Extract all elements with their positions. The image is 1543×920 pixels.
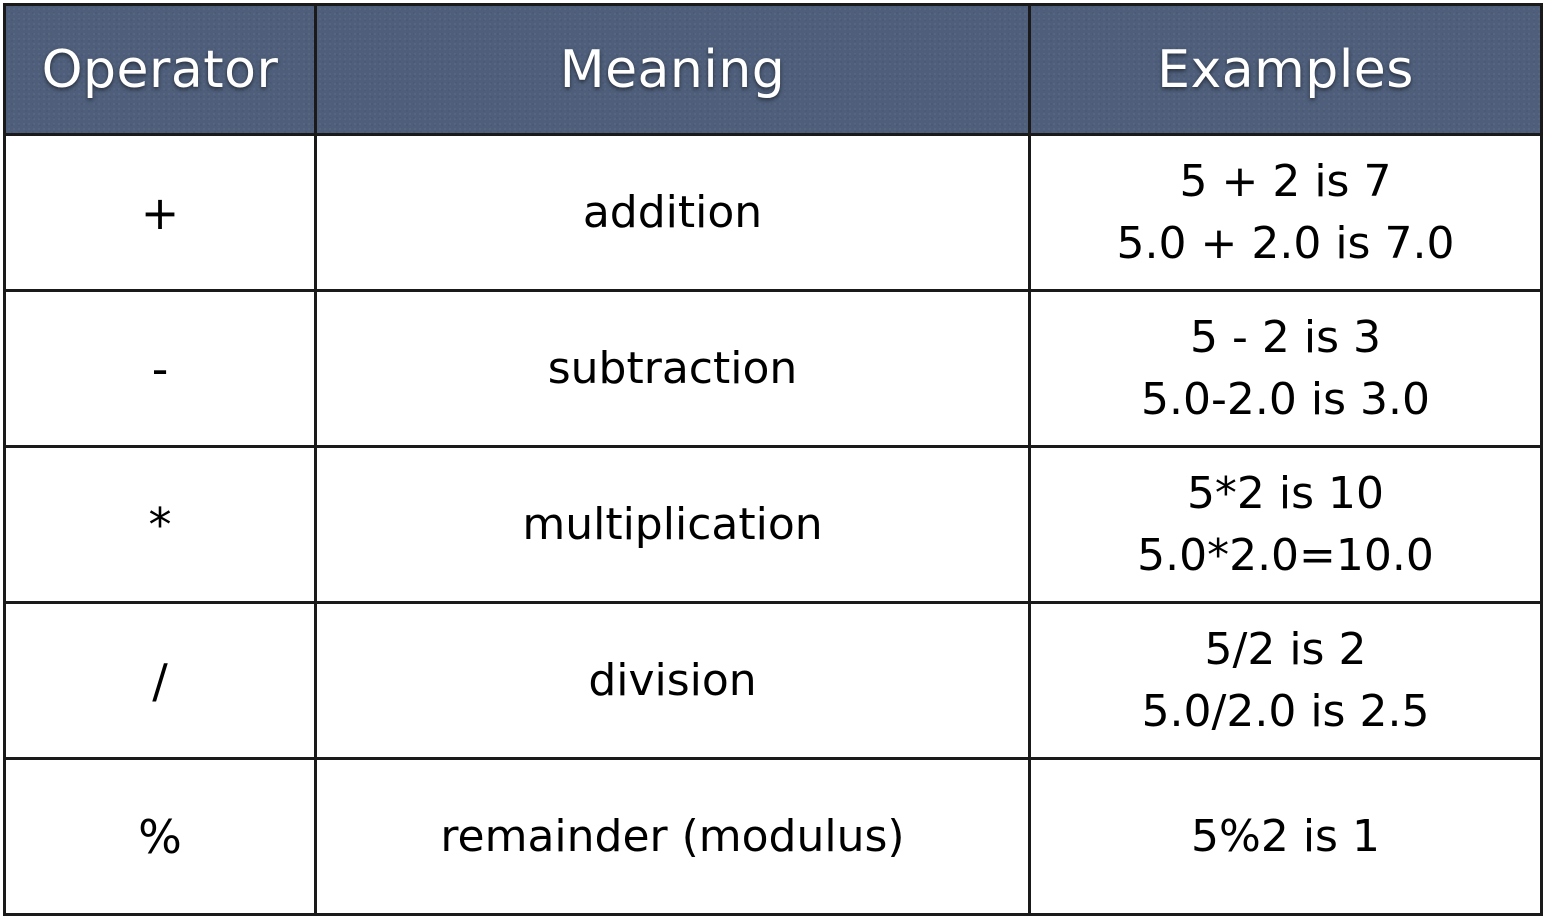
example-line: 5.0-2.0 is 3.0 <box>1141 373 1430 425</box>
example-line: 5 - 2 is 3 <box>1190 311 1381 363</box>
header-examples: Examples <box>1028 3 1543 136</box>
meaning-cell: subtraction <box>314 289 1031 448</box>
table-header: Operator Meaning Examples <box>3 3 1543 136</box>
examples-cell: 5*2 is 10 5.0*2.0=10.0 <box>1028 445 1543 604</box>
table-row: / division 5/2 is 2 5.0/2.0 is 2.5 <box>3 601 1543 760</box>
example-line: 5.0/2.0 is 2.5 <box>1141 685 1430 737</box>
operators-table-container: Operator Meaning Examples + addition 5 +… <box>3 3 1543 916</box>
examples-cell: 5 + 2 is 7 5.0 + 2.0 is 7.0 <box>1028 133 1543 292</box>
operators-table: Operator Meaning Examples + addition 5 +… <box>3 3 1543 916</box>
example-line: 5.0 + 2.0 is 7.0 <box>1116 217 1455 269</box>
operator-cell: - <box>3 289 317 448</box>
examples-cell: 5 - 2 is 3 5.0-2.0 is 3.0 <box>1028 289 1543 448</box>
table-row: * multiplication 5*2 is 10 5.0*2.0=10.0 <box>3 445 1543 604</box>
examples-cell: 5%2 is 1 <box>1028 757 1543 916</box>
operator-cell: * <box>3 445 317 604</box>
table-row: + addition 5 + 2 is 7 5.0 + 2.0 is 7.0 <box>3 133 1543 292</box>
example-line: 5/2 is 2 <box>1204 623 1367 675</box>
table-row: - subtraction 5 - 2 is 3 5.0-2.0 is 3.0 <box>3 289 1543 448</box>
example-line: 5%2 is 1 <box>1191 810 1380 862</box>
operator-cell: % <box>3 757 317 916</box>
meaning-cell: remainder (modulus) <box>314 757 1031 916</box>
table-row: % remainder (modulus) 5%2 is 1 <box>3 757 1543 916</box>
operator-cell: + <box>3 133 317 292</box>
header-meaning: Meaning <box>314 3 1031 136</box>
examples-cell: 5/2 is 2 5.0/2.0 is 2.5 <box>1028 601 1543 760</box>
meaning-cell: multiplication <box>314 445 1031 604</box>
header-row: Operator Meaning Examples <box>3 3 1543 136</box>
header-operator: Operator <box>3 3 317 136</box>
operator-cell: / <box>3 601 317 760</box>
example-line: 5*2 is 10 <box>1186 467 1385 519</box>
table-body: + addition 5 + 2 is 7 5.0 + 2.0 is 7.0 -… <box>3 133 1543 916</box>
example-line: 5 + 2 is 7 <box>1179 155 1392 207</box>
meaning-cell: division <box>314 601 1031 760</box>
meaning-cell: addition <box>314 133 1031 292</box>
example-line: 5.0*2.0=10.0 <box>1137 529 1434 581</box>
